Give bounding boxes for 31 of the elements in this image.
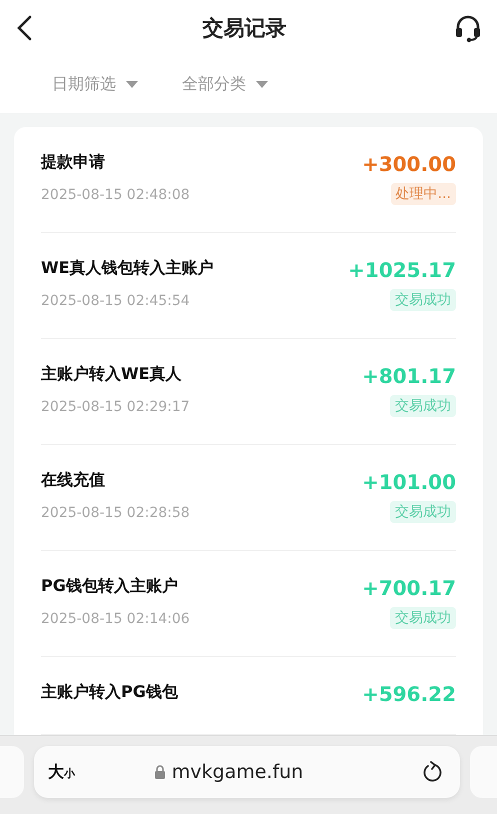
transaction-title: 提款申请 (41, 151, 106, 173)
transaction-time: 2025-08-15 02:45:54 (41, 292, 191, 311)
transaction-title: WE真人钱包转入主账户 (41, 257, 214, 279)
text-size-button[interactable]: 大小 (48, 762, 75, 782)
status-badge: 处理中... (390, 183, 456, 205)
transaction-time: 2025-08-15 02:29:17 (41, 398, 190, 417)
page-title: 交易记录 (202, 15, 286, 42)
status-badge: 交易成功 (390, 289, 456, 311)
transaction-title: 在线充值 (41, 469, 106, 491)
transaction-amount: +101.00 (362, 469, 456, 495)
address-bar[interactable]: 大小 mvkgame.fun (34, 746, 460, 798)
transaction-amount: +801.17 (362, 363, 456, 389)
transaction-title: 主账户转入PG钱包 (41, 681, 178, 703)
transaction-title: PG钱包转入主账户 (41, 575, 179, 597)
transaction-amount: +1025.17 (348, 257, 456, 283)
caret-icon (126, 81, 138, 88)
url-text: mvkgame.fun (172, 761, 304, 783)
status-badge: 交易成功 (390, 395, 456, 417)
caret-icon (256, 81, 268, 88)
lock-icon (154, 765, 166, 779)
transaction-time: 2025-08-15 02:14:06 (41, 610, 190, 629)
headset-icon[interactable] (453, 13, 483, 43)
transaction-time: 2025-08-15 02:28:58 (41, 504, 190, 523)
status-badge: 交易成功 (390, 607, 456, 629)
transaction-time: 2025-08-15 02:48:08 (41, 186, 190, 205)
transaction-amount: +596.22 (362, 681, 456, 707)
status-badge: 交易成功 (390, 501, 456, 523)
transaction-title: 主账户转入WE真人 (41, 363, 183, 385)
transaction-amount: +700.17 (362, 575, 456, 601)
reload-icon[interactable] (422, 761, 442, 783)
transaction-amount: +300.00 (362, 151, 456, 177)
